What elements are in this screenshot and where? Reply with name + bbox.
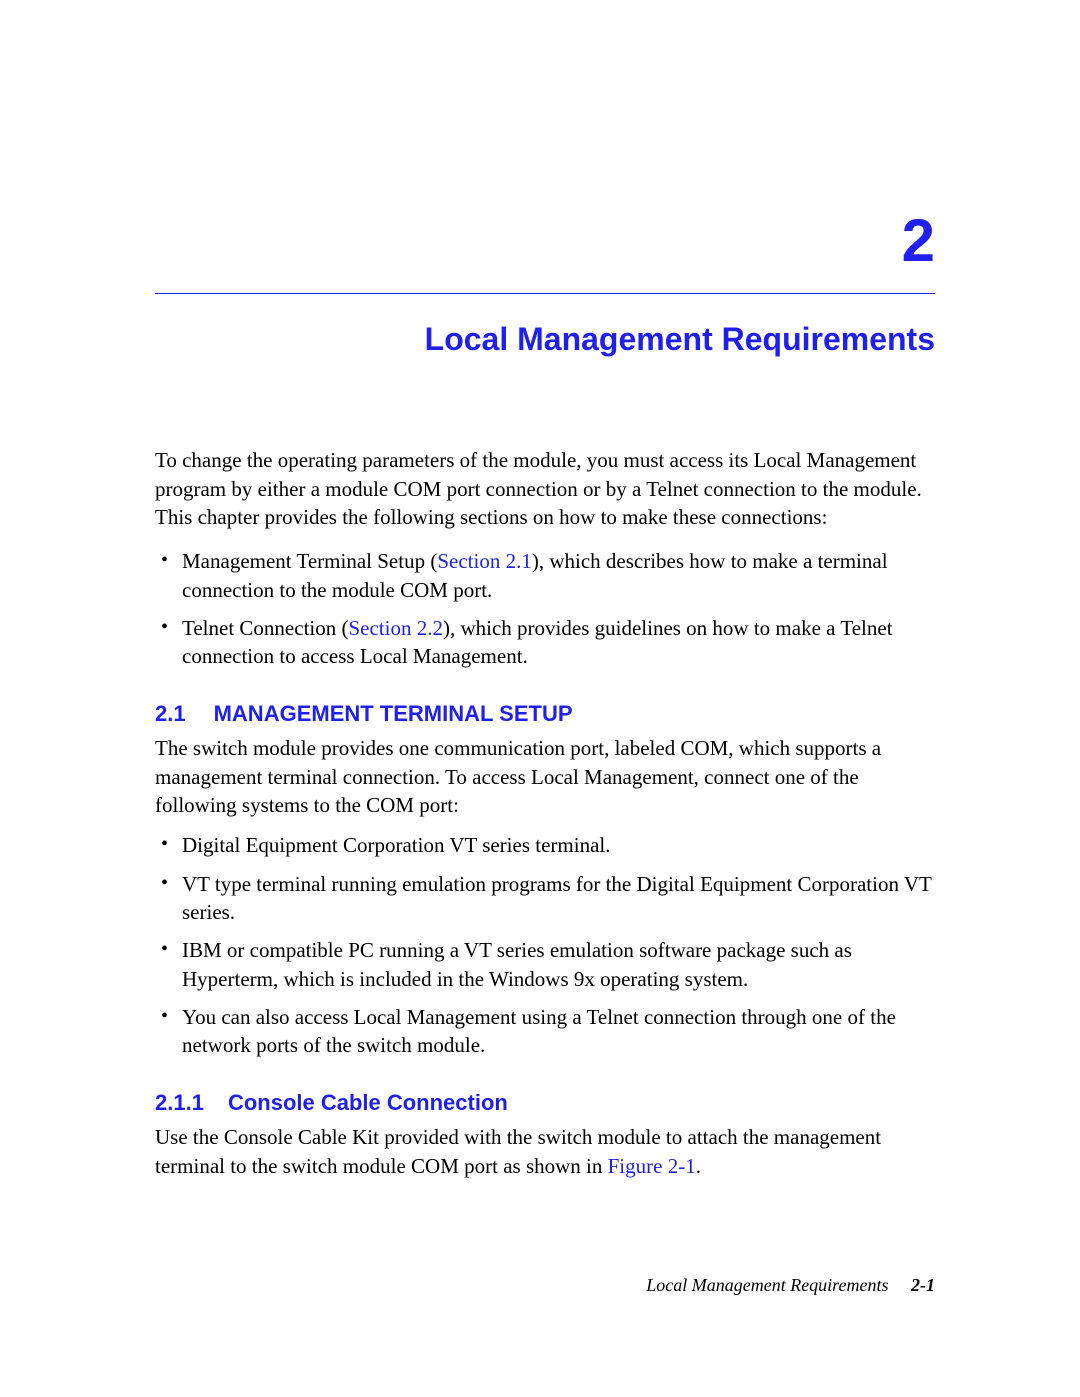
list-item: IBM or compatible PC running a VT series… [155, 936, 935, 993]
subsection-paragraph: Use the Console Cable Kit provided with … [155, 1123, 935, 1180]
list-item: Management Terminal Setup (Section 2.1),… [155, 547, 935, 604]
paragraph-text: . [696, 1154, 701, 1178]
section-paragraph: The switch module provides one communica… [155, 734, 935, 819]
list-item: You can also access Local Management usi… [155, 1003, 935, 1060]
xref-link[interactable]: Figure 2-1 [608, 1154, 696, 1178]
paragraph-text: Use the Console Cable Kit provided with … [155, 1125, 881, 1177]
xref-link[interactable]: Section 2.1 [437, 549, 532, 573]
page-number: 2-1 [911, 1275, 935, 1295]
section-heading-2-1: 2.1 MANAGEMENT TERMINAL SETUP [155, 699, 935, 729]
footer-title: Local Management Requirements [646, 1275, 888, 1295]
bullet-text: VT type terminal running emulation progr… [182, 872, 931, 924]
section-title: MANAGEMENT TERMINAL SETUP [214, 701, 573, 726]
subsection-heading-2-1-1: 2.1.1 Console Cable Connection [155, 1088, 935, 1118]
section-number: 2.1 [155, 701, 186, 726]
chapter-title: Local Management Requirements [155, 318, 935, 361]
bullet-text: IBM or compatible PC running a VT series… [182, 938, 852, 990]
section-bullet-list: Digital Equipment Corporation VT series … [155, 831, 935, 1059]
bullet-text: Management Terminal Setup ( [182, 549, 437, 573]
page-footer: Local Management Requirements 2-1 [646, 1273, 935, 1297]
intro-bullet-list: Management Terminal Setup (Section 2.1),… [155, 547, 935, 670]
subsection-number: 2.1.1 [155, 1090, 204, 1115]
chapter-rule [155, 293, 935, 294]
intro-paragraph: To change the operating parameters of th… [155, 446, 935, 531]
subsection-title: Console Cable Connection [228, 1090, 508, 1115]
list-item: VT type terminal running emulation progr… [155, 870, 935, 927]
list-item: Telnet Connection (Section 2.2), which p… [155, 614, 935, 671]
list-item: Digital Equipment Corporation VT series … [155, 831, 935, 859]
bullet-text: Digital Equipment Corporation VT series … [182, 833, 610, 857]
bullet-text: You can also access Local Management usi… [182, 1005, 896, 1057]
chapter-number: 2 [155, 200, 935, 281]
bullet-text: Telnet Connection ( [182, 616, 348, 640]
xref-link[interactable]: Section 2.2 [348, 616, 443, 640]
